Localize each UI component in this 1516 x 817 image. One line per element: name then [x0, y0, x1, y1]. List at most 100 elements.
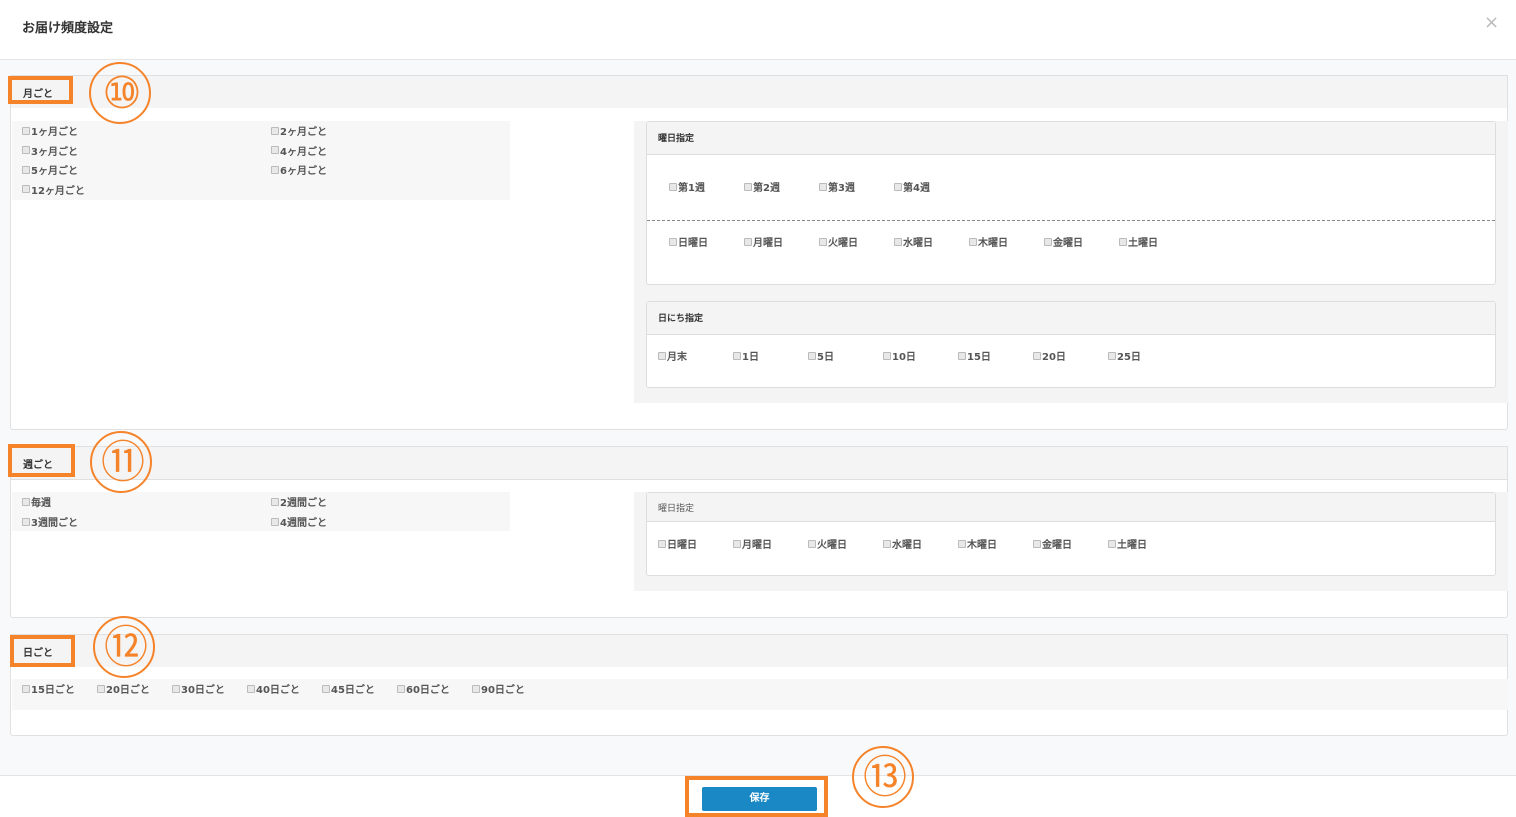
checkbox[interactable]	[808, 539, 816, 548]
weekly-day-option[interactable]: 月曜日	[733, 536, 772, 551]
daily-option[interactable]: 20日ごと	[97, 681, 150, 696]
checkbox-label: 月曜日	[742, 540, 772, 551]
week-option[interactable]: 第3週	[819, 179, 855, 194]
checkbox[interactable]	[247, 684, 255, 693]
checkbox-label: 4週間ごと	[280, 518, 327, 529]
weekly-option[interactable]: 2週間ごと	[271, 494, 327, 509]
checkbox[interactable]	[271, 126, 279, 135]
checkbox-label: 木曜日	[978, 238, 1008, 249]
weekly-option[interactable]: 3週間ごと	[22, 514, 78, 529]
checkbox[interactable]	[472, 684, 480, 693]
checkbox[interactable]	[1119, 237, 1127, 246]
checkbox[interactable]	[322, 684, 330, 693]
checkbox[interactable]	[819, 237, 827, 246]
checkbox[interactable]	[808, 351, 816, 360]
checkbox[interactable]	[744, 237, 752, 246]
annotation-box-daily	[10, 635, 75, 667]
weekly-day-option[interactable]: 火曜日	[808, 536, 847, 551]
checkbox[interactable]	[271, 517, 279, 526]
day-option[interactable]: 木曜日	[969, 234, 1008, 249]
checkbox[interactable]	[397, 684, 405, 693]
checkbox[interactable]	[271, 146, 279, 154]
weekly-day-option[interactable]: 水曜日	[883, 536, 922, 551]
checkbox[interactable]	[744, 182, 752, 191]
daily-option[interactable]: 60日ごと	[397, 681, 450, 696]
daily-option[interactable]: 15日ごと	[22, 681, 75, 696]
checkbox[interactable]	[22, 684, 30, 693]
weekly-option[interactable]: 4週間ごと	[271, 514, 327, 529]
day-option[interactable]: 金曜日	[1044, 234, 1083, 249]
week-option[interactable]: 第2週	[744, 179, 780, 194]
checkbox-label: 30日ごと	[181, 685, 225, 696]
checkbox[interactable]	[669, 237, 677, 246]
weekly-day-option[interactable]: 金曜日	[1033, 536, 1072, 551]
date-option[interactable]: 5日	[808, 348, 834, 363]
daily-option[interactable]: 30日ごと	[172, 681, 225, 696]
checkbox[interactable]	[894, 182, 902, 191]
checkbox[interactable]	[894, 237, 902, 246]
checkbox[interactable]	[958, 351, 966, 360]
checkbox[interactable]	[1033, 539, 1041, 548]
weekly-day-option[interactable]: 日曜日	[658, 536, 697, 551]
checkbox[interactable]	[883, 539, 891, 548]
monthly-option[interactable]: 3ヶ月ごと	[22, 143, 78, 158]
checkbox[interactable]	[97, 684, 105, 693]
date-option[interactable]: 25日	[1108, 348, 1141, 363]
checkbox-label: 10日	[892, 352, 916, 363]
checkbox[interactable]	[22, 126, 30, 135]
day-option[interactable]: 土曜日	[1119, 234, 1158, 249]
daily-option[interactable]: 90日ごと	[472, 681, 525, 696]
checkbox-label: 第1週	[678, 183, 705, 194]
day-option[interactable]: 日曜日	[669, 234, 708, 249]
checkbox[interactable]	[819, 182, 827, 191]
checkbox[interactable]	[172, 684, 180, 693]
date-option[interactable]: 月末	[658, 348, 687, 363]
checkbox[interactable]	[1044, 237, 1052, 246]
monthly-option[interactable]: 2ヶ月ごと	[271, 123, 327, 138]
checkbox[interactable]	[883, 351, 891, 360]
dialog-title: お届け頻度設定	[22, 21, 114, 36]
checkbox[interactable]	[958, 539, 966, 548]
checkbox[interactable]	[733, 351, 741, 360]
checkbox[interactable]	[271, 165, 279, 174]
close-icon[interactable]: ×	[1484, 12, 1499, 33]
checkbox[interactable]	[271, 497, 279, 506]
checkbox[interactable]	[669, 182, 677, 191]
weekly-day-option[interactable]: 木曜日	[958, 536, 997, 551]
checkbox-label: 日曜日	[678, 238, 708, 249]
day-option[interactable]: 月曜日	[744, 234, 783, 249]
checkbox[interactable]	[22, 146, 30, 154]
week-option[interactable]: 第4週	[894, 179, 930, 194]
monthly-option[interactable]: 1ヶ月ごと	[22, 123, 78, 138]
monthly-option[interactable]: 6ヶ月ごと	[271, 162, 327, 177]
date-option[interactable]: 20日	[1033, 348, 1066, 363]
date-option[interactable]: 10日	[883, 348, 916, 363]
weekly-option[interactable]: 毎週	[22, 494, 51, 509]
checkbox[interactable]	[1108, 351, 1116, 360]
monthly-option[interactable]: 12ヶ月ごと	[22, 182, 85, 197]
checkbox[interactable]	[22, 185, 30, 193]
day-option[interactable]: 水曜日	[894, 234, 933, 249]
checkbox[interactable]	[658, 539, 666, 548]
checkbox-label: 5ヶ月ごと	[31, 166, 78, 177]
daily-option[interactable]: 45日ごと	[322, 681, 375, 696]
checkbox[interactable]	[1033, 351, 1041, 360]
weekly-day-option[interactable]: 土曜日	[1108, 536, 1147, 551]
date-option[interactable]: 1日	[733, 348, 759, 363]
monthly-section-header: 月ごと	[10, 75, 1508, 109]
date-option[interactable]: 15日	[958, 348, 991, 363]
checkbox[interactable]	[969, 237, 977, 246]
checkbox-label: 土曜日	[1128, 238, 1158, 249]
checkbox-label: 木曜日	[967, 540, 997, 551]
checkbox[interactable]	[733, 539, 741, 548]
checkbox[interactable]	[22, 165, 30, 174]
checkbox[interactable]	[658, 351, 666, 360]
day-option[interactable]: 火曜日	[819, 234, 858, 249]
week-option[interactable]: 第1週	[669, 179, 705, 194]
checkbox[interactable]	[1108, 539, 1116, 548]
monthly-option[interactable]: 4ヶ月ごと	[271, 143, 327, 158]
checkbox[interactable]	[22, 497, 30, 506]
daily-option[interactable]: 40日ごと	[247, 681, 300, 696]
monthly-option[interactable]: 5ヶ月ごと	[22, 162, 78, 177]
checkbox[interactable]	[22, 517, 30, 526]
